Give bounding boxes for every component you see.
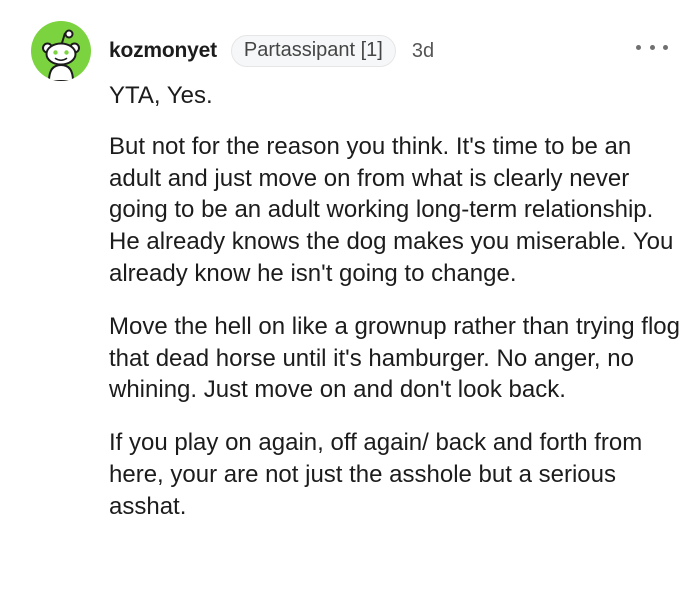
comment-paragraph: But not for the reason you think. It's t… [109,132,674,287]
username[interactable]: kozmonyet [109,39,217,63]
more-options-icon[interactable] [636,38,668,56]
comment-header: kozmonyet Partassipant [1] 3d [109,34,434,68]
dot [649,44,655,50]
reddit-snoo-icon [42,29,80,81]
comment-paragraph: Move the hell on like a grownup rather t… [109,312,680,404]
comment: kozmonyet Partassipant [1] 3d YTA, Yes. … [0,0,700,612]
comment-age[interactable]: 3d [412,40,434,63]
dot [663,44,668,50]
comment-paragraph: If you play on again, off again/ back an… [109,429,643,520]
dot [636,44,641,50]
avatar[interactable] [31,21,91,81]
comment-paragraph: YTA, Yes. [109,82,213,109]
comment-body: YTA, Yes. But not for the reason you thi… [109,80,689,544]
user-flair: Partassipant [1] [230,35,396,67]
